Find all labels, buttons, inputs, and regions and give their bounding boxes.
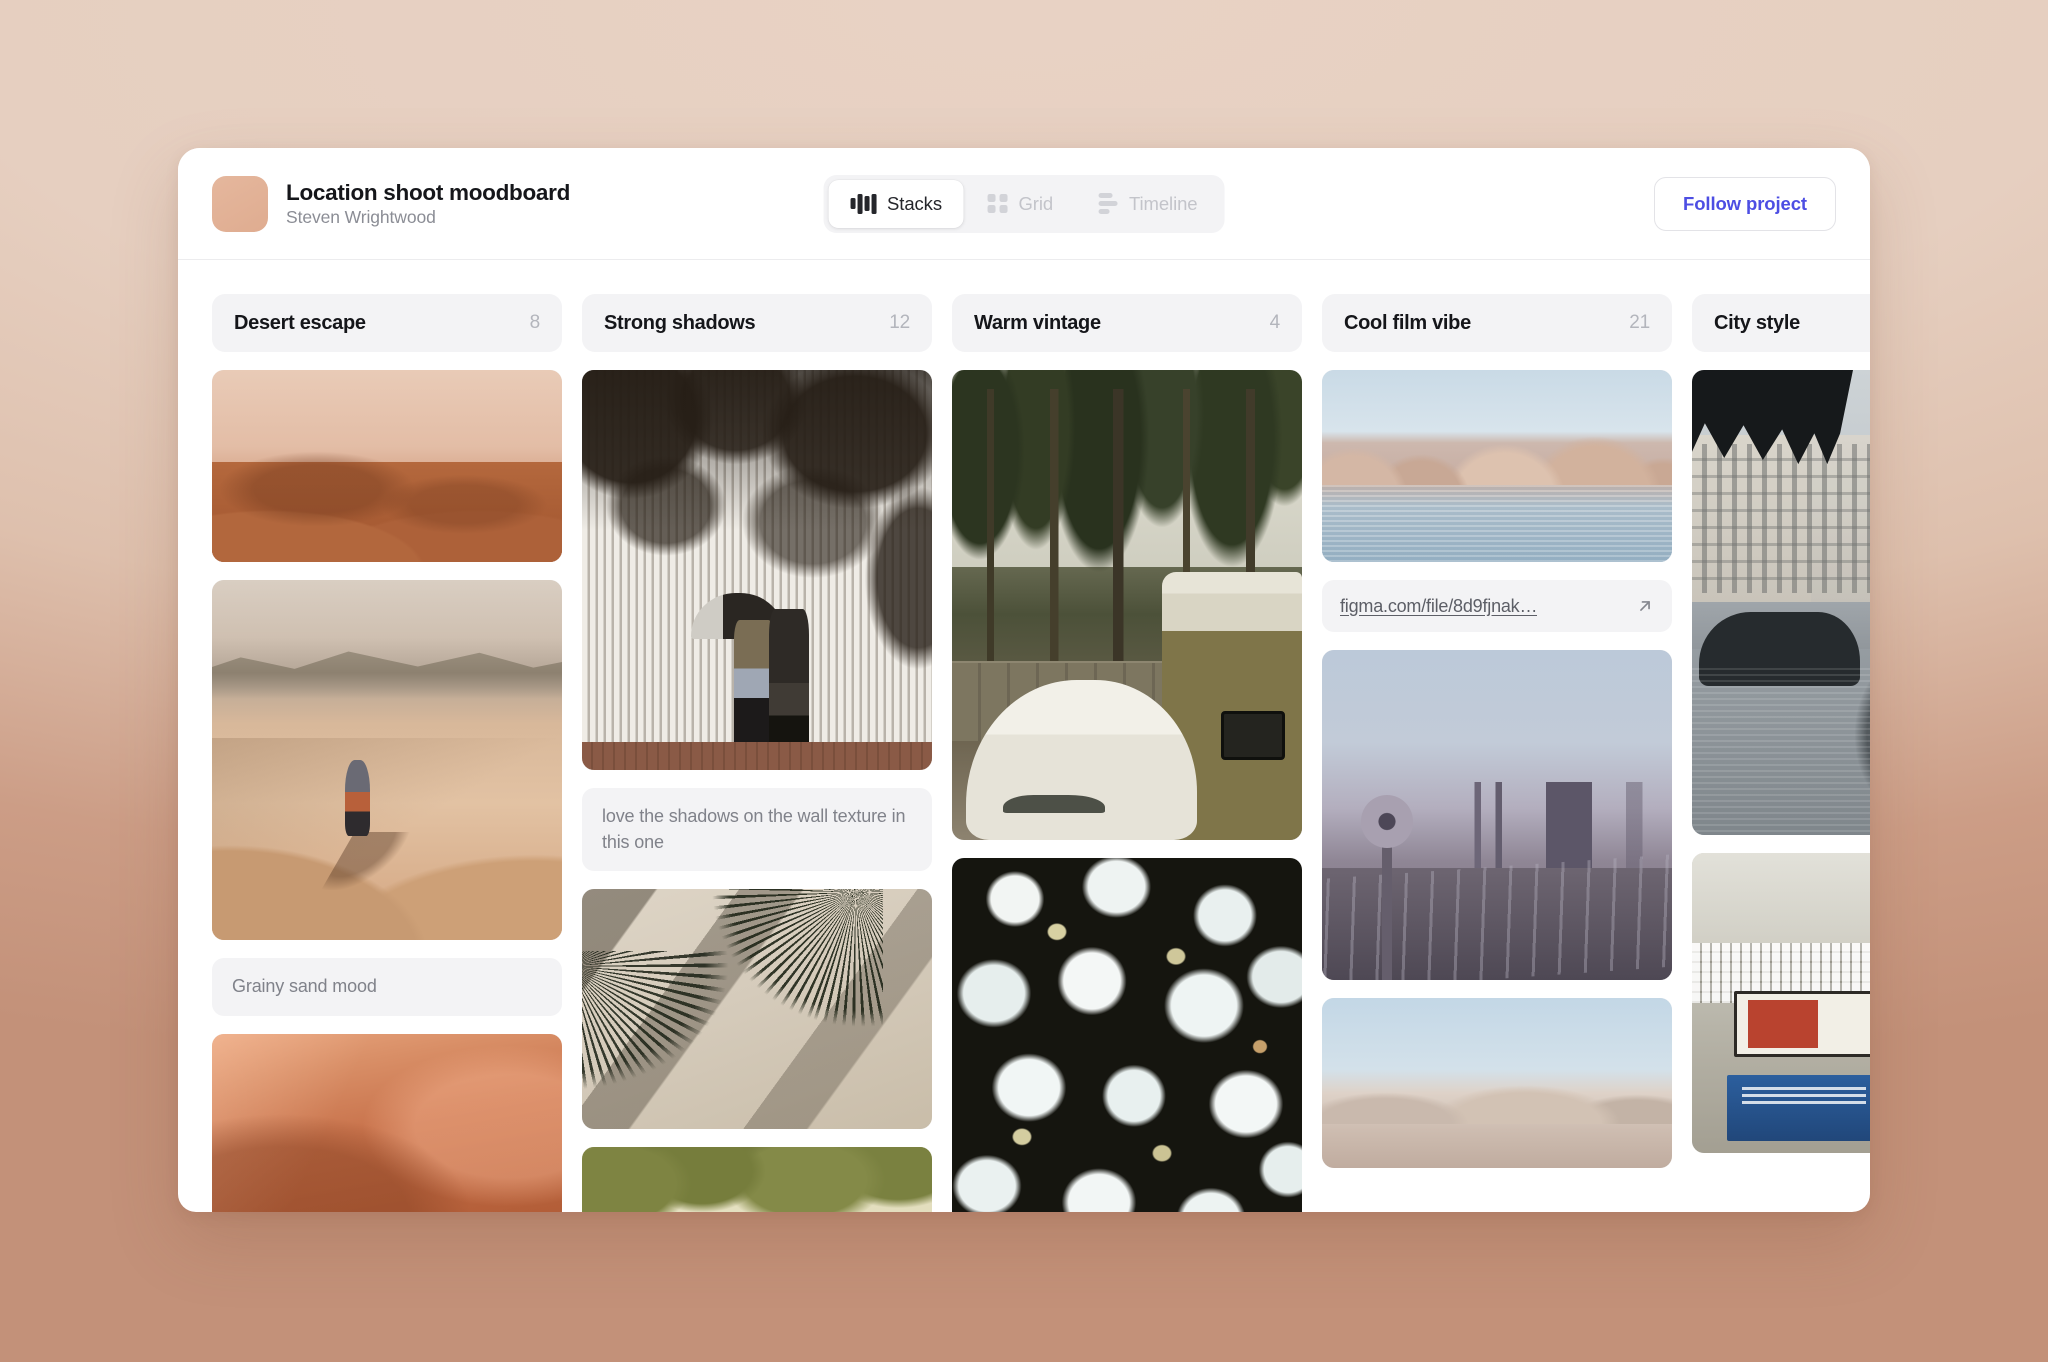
column-title: Desert escape [234,312,366,335]
column-count: 8 [530,312,540,334]
app-window: Location shoot moodboard Steven Wrightwo… [178,148,1870,1212]
column-header[interactable]: Strong shadows 12 [582,294,932,352]
card-photo-sand-walker[interactable] [212,580,562,940]
card-photo-rainy-street[interactable] [1692,370,1870,835]
card-photo-arctic[interactable] [1322,998,1672,1168]
stacks-icon [851,194,877,214]
column-body: Grainy sand mood [212,370,562,1212]
top-bar: Location shoot moodboard Steven Wrightwo… [178,148,1870,260]
column-cool-film-vibe: Cool film vibe 21 figma.com/file/8d9fjna… [1322,294,1672,1212]
card-photo-vw-beetle[interactable] [952,370,1302,840]
note-card-wall-texture[interactable]: love the shadows on the wall texture in … [582,788,932,871]
project-identity: Location shoot moodboard Steven Wrightwo… [212,176,570,232]
column-title: Strong shadows [604,312,755,335]
white-flowers-image [952,858,1302,1212]
column-title: City style [1714,312,1800,335]
tab-stacks-label: Stacks [887,193,942,215]
arrow-up-right-icon [1636,597,1654,615]
link-card-figma[interactable]: figma.com/file/8d9fjnak… [1322,580,1672,632]
railway-image [1322,650,1672,980]
column-body: figma.com/file/8d9fjnak… [1322,370,1672,1168]
japanese-street-image [1692,853,1870,1153]
card-photo-palm-shadow[interactable] [582,889,932,1129]
grid-icon [988,194,1008,214]
view-mode-switcher[interactable]: Stacks Grid Timeline [824,175,1225,233]
column-body [952,370,1302,1212]
column-desert-escape: Desert escape 8 Grainy sand mood [212,294,562,1212]
rainy-street-image [1692,370,1870,835]
stacks-board[interactable]: Desert escape 8 Grainy sand mood [178,260,1870,1212]
tab-grid-label: Grid [1018,193,1053,215]
column-city-style: City style [1692,294,1870,1212]
column-title: Cool film vibe [1344,312,1471,335]
card-photo-white-flowers[interactable] [952,858,1302,1212]
card-photo-olive-shadow[interactable] [582,1147,932,1212]
desert-dunes-image [212,370,562,562]
column-header[interactable]: Cool film vibe 21 [1322,294,1672,352]
arctic-image [1322,998,1672,1168]
page-title: Location shoot moodboard [286,180,570,205]
column-warm-vintage: Warm vintage 4 [952,294,1302,1212]
column-body: love the shadows on the wall texture in … [582,370,932,1212]
vw-beetle-image [952,370,1302,840]
project-avatar [212,176,268,232]
palm-shadow-image [582,889,932,1129]
card-photo-sand-ripple[interactable] [212,1034,562,1212]
tab-timeline-label: Timeline [1129,193,1197,215]
rocks-water-image [1322,370,1672,562]
sand-walker-image [212,580,562,940]
link-url: figma.com/file/8d9fjnak… [1340,596,1537,617]
column-count: 21 [1629,312,1650,334]
sand-ripple-image [212,1034,562,1212]
card-photo-rocks-water[interactable] [1322,370,1672,562]
card-photo-desert-dunes[interactable] [212,370,562,562]
project-text: Location shoot moodboard Steven Wrightwo… [286,180,570,228]
olive-shadow-image [582,1147,932,1212]
card-photo-railway[interactable] [1322,650,1672,980]
column-header[interactable]: City style [1692,294,1870,352]
column-header[interactable]: Desert escape 8 [212,294,562,352]
card-photo-wall-shadows[interactable] [582,370,932,770]
timeline-icon [1099,193,1118,214]
note-card-grainy-sand[interactable]: Grainy sand mood [212,958,562,1016]
tab-stacks[interactable]: Stacks [829,180,964,228]
walker-figure [345,760,370,836]
column-title: Warm vintage [974,312,1101,335]
follow-project-button[interactable]: Follow project [1654,177,1836,231]
column-header[interactable]: Warm vintage 4 [952,294,1302,352]
tab-grid[interactable]: Grid [966,180,1075,228]
tab-timeline[interactable]: Timeline [1077,180,1219,228]
column-count: 4 [1270,312,1280,334]
walker-shadow [321,832,410,890]
column-strong-shadows: Strong shadows 12 lo [582,294,932,1212]
card-photo-japanese-street[interactable] [1692,853,1870,1153]
column-body [1692,370,1870,1153]
project-author: Steven Wrightwood [286,208,570,228]
column-count: 12 [889,312,910,334]
wall-shadows-image [582,370,932,770]
